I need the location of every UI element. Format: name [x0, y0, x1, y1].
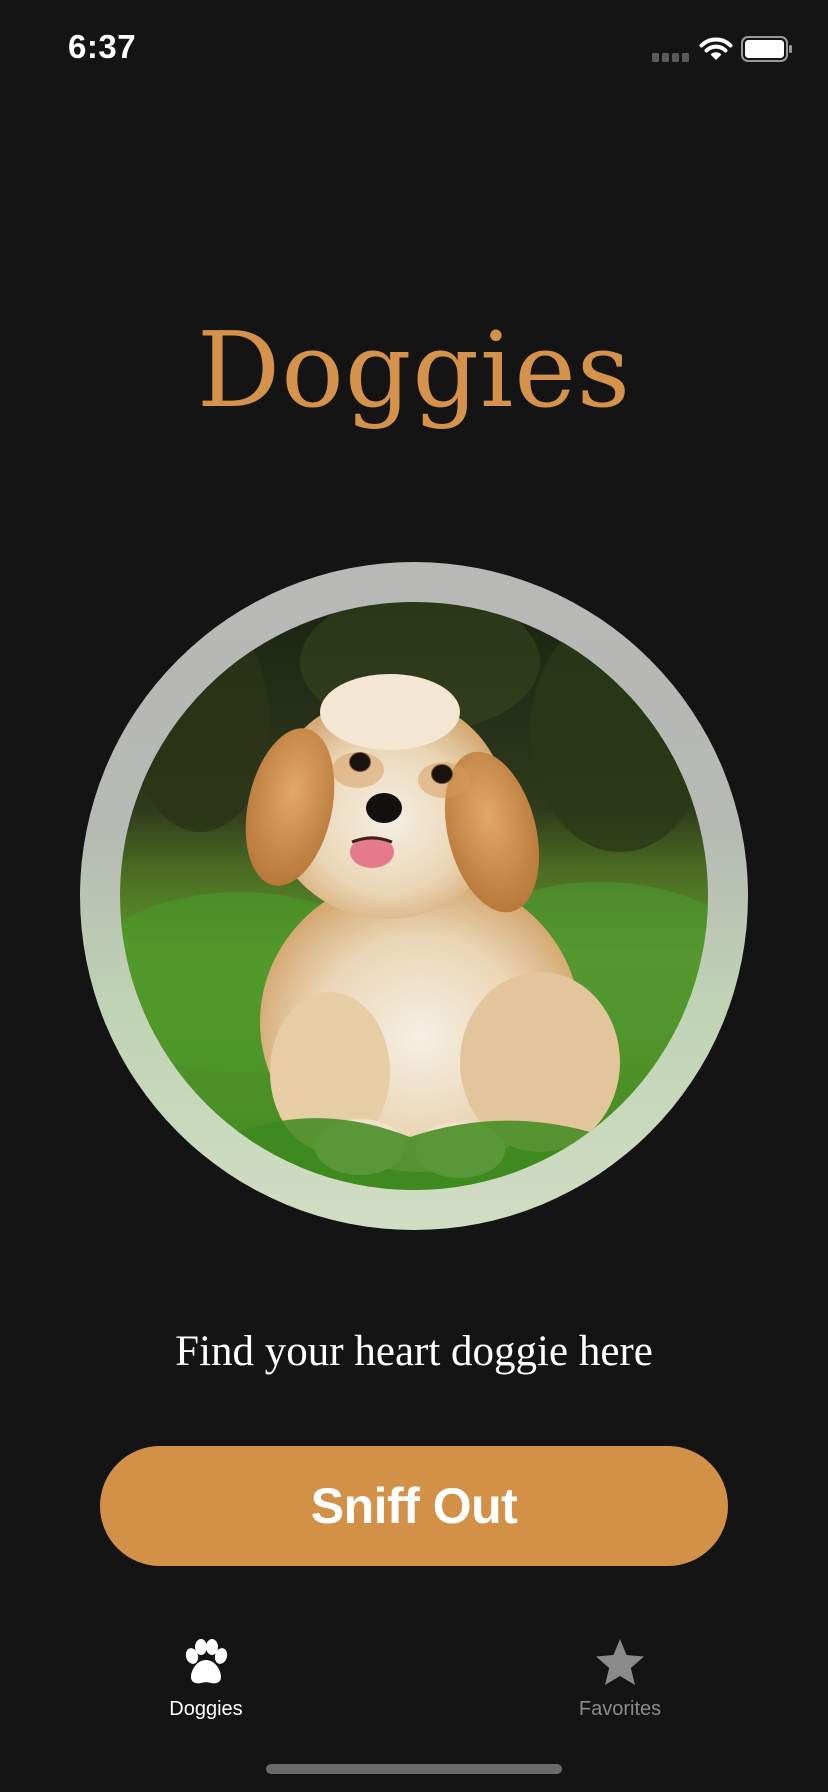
status-time: 6:37 [68, 28, 137, 65]
signal-icon [652, 53, 689, 62]
battery-icon [741, 36, 792, 62]
star-icon [596, 1639, 644, 1685]
hero-image-frame [80, 562, 748, 1230]
puppy-photo [120, 602, 708, 1190]
tab-favorites-label: Favorites [578, 1698, 662, 1720]
tab-favorites[interactable]: Favorites [520, 1636, 720, 1746]
sniff-out-button[interactable]: Sniff Out [100, 1446, 728, 1566]
tab-doggies[interactable]: Doggies [106, 1636, 306, 1746]
home-indicator [266, 1764, 562, 1774]
tagline: Find your heart doggie here [175, 1328, 653, 1375]
status-bar: 6:37 [0, 0, 828, 100]
tab-doggies-label: Doggies [169, 1698, 243, 1720]
paw-icon [185, 1639, 228, 1684]
wifi-icon [699, 37, 733, 60]
page-title: Doggies [196, 309, 632, 431]
sniff-out-button-label: Sniff Out [310, 1478, 518, 1534]
